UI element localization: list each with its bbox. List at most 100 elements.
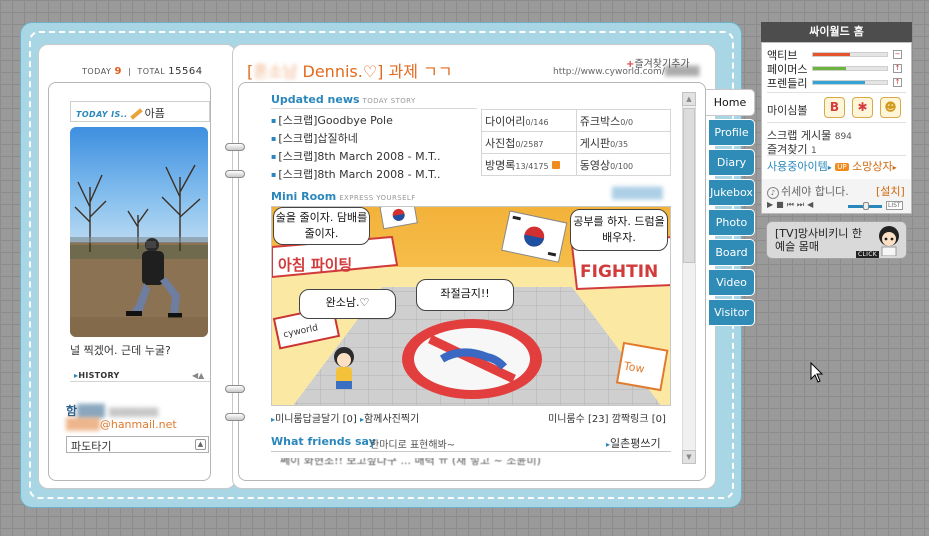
minus-icon[interactable]: − <box>893 50 902 59</box>
updated-news-title: Updated news TODAY STORY <box>271 93 416 106</box>
url-blurred: █████ <box>664 67 700 77</box>
up-arrow-icon[interactable]: ↑ <box>893 64 902 73</box>
news-item[interactable]: [스크랩]8th March 2008 - M.T.. <box>271 166 481 184</box>
tv-banner-text[interactable]: [TV]망사비키니 한 예슬 몸매 <box>775 227 863 253</box>
tab-profile[interactable]: Profile <box>709 119 755 146</box>
blink-link[interactable]: 깜짝링크 [0] <box>612 414 666 425</box>
mouse-cursor-icon <box>810 362 824 383</box>
new-badge-icon <box>552 160 561 169</box>
miniroom-reply-count: [0] <box>342 414 357 425</box>
playlist-button[interactable]: LIST <box>886 201 903 210</box>
group-photo-link[interactable]: ▸함께사진찍기 <box>360 414 419 425</box>
count-video[interactable]: 동영상0/100 <box>575 153 672 176</box>
news-item[interactable]: [스크랩]삽질하네 <box>271 130 481 148</box>
today-count: 9 <box>114 66 122 77</box>
stat-famous-fill <box>813 67 847 70</box>
miniroom-reply-label: 미니룸답글달기 <box>275 414 340 425</box>
count-board[interactable]: 게시판0/35 <box>575 131 672 154</box>
music-title-text: 쉬세야 합니다. <box>781 185 849 198</box>
menu-count-table: 다이어리0/146 쥬크박스0/0 사진첩0/2587 게시판0/35 방명록1… <box>481 109 672 176</box>
count-diary[interactable]: 다이어리0/146 <box>481 109 577 132</box>
photo-image <box>70 127 208 337</box>
total-label: TOTAL <box>137 67 166 76</box>
stat-famous-bar <box>812 66 888 71</box>
stat-active-fill <box>813 53 850 56</box>
binder-ring <box>225 385 245 393</box>
scrap-value: 894 <box>834 132 852 142</box>
banner-left-text: 아침 파이팅 <box>278 256 352 274</box>
homepage-url[interactable]: http://www.cyworld.com/█████ <box>553 67 699 77</box>
news-item[interactable]: [스크랩]Goodbye Pole <box>271 112 481 130</box>
tab-board[interactable]: Board <box>709 239 755 266</box>
owner-name-blurred: 혼소남 <box>253 62 298 81</box>
profile-name[interactable]: 함███ ████████ <box>66 402 158 419</box>
count-photo[interactable]: 사진첩0/2587 <box>481 131 577 154</box>
news-item[interactable]: [스크랩]8th March 2008 - M.T.. <box>271 148 481 166</box>
miniroom-reply-link[interactable]: ▸미니룸답글달기 [0] <box>271 414 357 425</box>
profile-email[interactable]: ████@hanmail.net <box>66 418 177 431</box>
tab-video[interactable]: Video <box>709 269 755 296</box>
play-icon[interactable]: ▶ <box>767 200 776 209</box>
count-value: 13/4175 <box>515 161 549 171</box>
speech-bubble: 술을 줄이자. 담배를 줄이자. <box>273 207 370 245</box>
count-jukebox[interactable]: 쥬크박스0/0 <box>575 109 672 132</box>
today-is-label: TODAY IS.. <box>76 110 128 119</box>
next-icon[interactable]: ⏭ <box>797 200 807 209</box>
friends-title: What friends say <box>271 435 376 448</box>
count-label: 사진첩 <box>485 136 516 150</box>
tab-photo[interactable]: Photo <box>709 209 755 236</box>
music-title: ♪ 쉬세야 합니다. <box>767 183 849 199</box>
tab-diary[interactable]: Diary <box>709 149 755 176</box>
install-button[interactable]: [설치] <box>876 183 905 199</box>
write-ilchon-label: 일촌평쓰기 <box>610 437 661 450</box>
count-label: 방명록 <box>485 158 516 172</box>
click-badge[interactable]: CLICK <box>856 251 879 258</box>
tab-jukebox[interactable]: Jukebox <box>709 179 755 206</box>
miniroom-stats: 미니룸수 [23] 깜짝링크 [0] <box>548 410 666 425</box>
friends-subtitle: 한마디로 표현해봐~ <box>370 440 456 451</box>
binder-ring <box>225 413 245 421</box>
cyworld-home-header[interactable]: 싸이월드 홈 <box>761 22 912 42</box>
miniroom-scene[interactable]: 아침 파이팅 FIGHTIN cyworld Tow 술을 줄이자. 담배를 줄… <box>271 206 671 406</box>
prev-icon[interactable]: ⏮ <box>787 200 797 209</box>
symbol-chick-icon[interactable]: ☻ <box>880 97 901 118</box>
up-arrow-icon[interactable]: ↑ <box>893 78 902 87</box>
profile-photo[interactable] <box>70 127 208 337</box>
mood-box: TODAY IS.. 아픔 <box>70 101 210 122</box>
count-guestbook[interactable]: 방명록13/4175 <box>481 153 577 176</box>
miniroom-visitors-count: [23] <box>588 414 609 425</box>
player-controls: ▶■⏮⏭◀ <box>767 200 816 210</box>
wave-select[interactable]: 파도타기 ▲ <box>66 436 209 453</box>
scroll-up-icon[interactable]: ▲ <box>682 92 696 106</box>
miniroom-visitors-label: 미니룸수 <box>548 414 585 425</box>
items-in-use-link[interactable]: 사용중아이템▸ <box>767 160 832 173</box>
history-button[interactable]: ▸HISTORY <box>74 371 120 380</box>
updated-news-list: [스크랩]Goodbye Pole [스크랩]삽질하네 [스크랩]8th Mar… <box>271 112 481 184</box>
count-value: 0/35 <box>610 139 629 149</box>
speech-bubble: 좌절금지!! <box>416 279 514 311</box>
volume-knob[interactable] <box>863 202 869 210</box>
count-label: 다이어리 <box>485 114 526 128</box>
symbol-b-icon[interactable]: B <box>824 97 845 118</box>
tab-home[interactable]: Home <box>706 89 755 116</box>
miniroom-subtitle: EXPRESS YOURSELF <box>339 194 416 202</box>
profile-name-text: 함 <box>66 404 78 418</box>
divider <box>271 108 477 109</box>
count-value: 0/0 <box>620 117 634 127</box>
volume-icon[interactable]: ◀ <box>807 200 816 209</box>
history-label: HISTORY <box>78 371 120 380</box>
stat-friendly-fill <box>813 81 865 84</box>
scrollbar-thumb[interactable] <box>683 108 695 263</box>
symbol-crab-icon[interactable]: ✱ <box>852 97 873 118</box>
stop-icon[interactable]: ■ <box>776 200 787 209</box>
wave-select-label: 파도타기 <box>71 440 112 453</box>
write-ilchon-button[interactable]: ▸일촌평쓰기 <box>606 435 661 451</box>
today-label: TODAY <box>82 67 112 76</box>
blink-label: 깜짝링크 <box>611 414 649 425</box>
history-toggle-icon[interactable]: ◀▲ <box>192 371 204 380</box>
tab-visitor[interactable]: Visitor <box>709 299 755 326</box>
count-label: 쥬크박스 <box>579 114 621 128</box>
wish-box-link[interactable]: 소망상자▸ <box>852 160 897 173</box>
scroll-down-icon[interactable]: ▼ <box>682 450 696 464</box>
friends-comment-text: 쎄이 화현초!! 보고싶다구 ... 매력 ㅠ (재 넣고 ~ 조윤미) <box>280 458 541 466</box>
